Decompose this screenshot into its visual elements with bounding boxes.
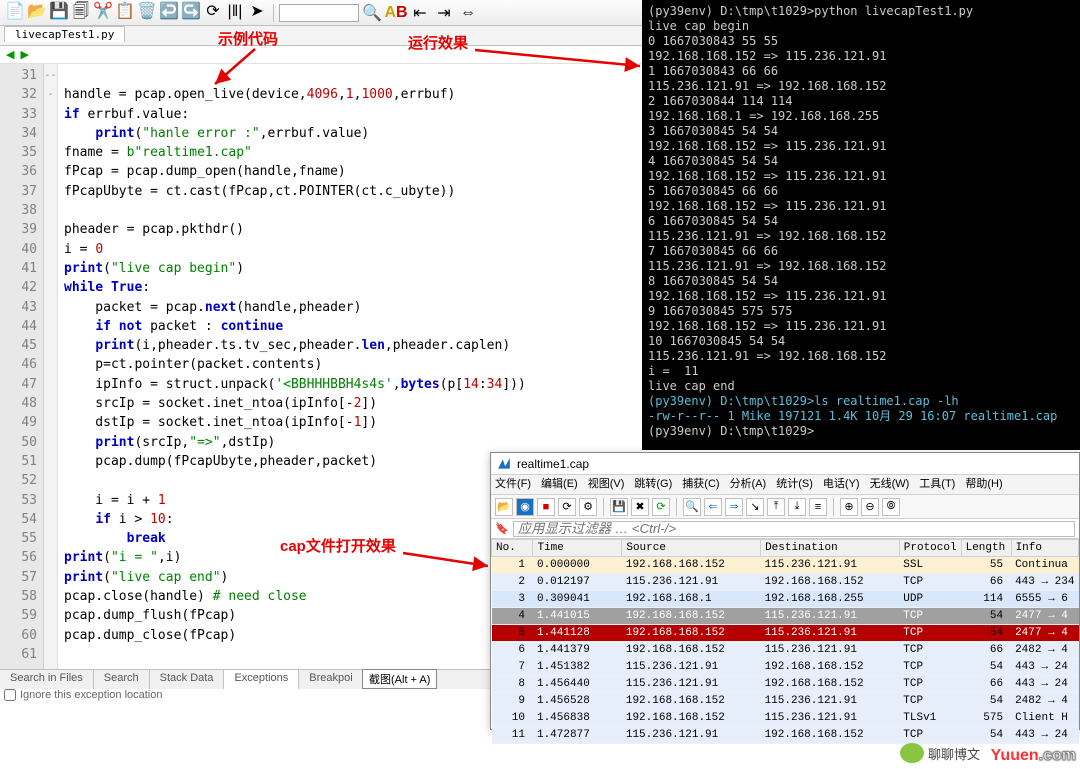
ws-save-icon[interactable]: 💾: [610, 498, 628, 516]
wechat-badge: 聊聊博文: [900, 743, 980, 763]
ws-open-icon[interactable]: 📂: [495, 498, 513, 516]
ws-menu-item[interactable]: 统计(S): [776, 478, 813, 490]
toolbar-separator: [273, 4, 274, 22]
ignore-exception-checkbox[interactable]: [4, 689, 16, 701]
packet-row[interactable]: 41.441015192.168.168.152115.236.121.91TC…: [492, 608, 1079, 625]
indent-left-icon[interactable]: ⇤: [409, 2, 431, 24]
watermark: Yuuen.com: [991, 747, 1076, 765]
wechat-icon: [900, 743, 924, 763]
ws-zoomout-icon[interactable]: ⊖: [861, 498, 879, 516]
nav-fwd-icon[interactable]: ▶: [20, 48, 28, 61]
toolbar-icon-8[interactable]: ↪️: [180, 0, 202, 22]
ws-col-protocol[interactable]: Protocol: [899, 540, 961, 557]
ws-menu-item[interactable]: 捕获(C): [682, 478, 719, 490]
wireshark-toolbar: 📂 ◉ ■ ⟳ ⚙ 💾 ✖ ⟳ 🔍 ⇐ ⇒ ↘ ⤒ ⤓ ≡ ⊕ ⊖ ⦾: [491, 495, 1079, 519]
ws-menu-item[interactable]: 编辑(E): [541, 478, 578, 490]
wireshark-menubar: 文件(F) 编辑(E) 视图(V) 跳转(G) 捕获(C) 分析(A) 统计(S) 电话(Y)…: [491, 475, 1079, 495]
ignore-exception-row: Ignore this exception location: [4, 689, 162, 701]
ws-zoomfit-icon[interactable]: ⊕: [840, 498, 858, 516]
filter-bookmark-icon[interactable]: 🔖: [495, 522, 509, 535]
stretch-icon[interactable]: ⇔: [457, 2, 479, 24]
packet-row[interactable]: 20.012197115.236.121.91192.168.168.152TC…: [492, 574, 1079, 591]
ws-zoom1-icon[interactable]: ⦾: [882, 498, 900, 516]
search-icon[interactable]: 🔍: [361, 2, 383, 24]
ws-first-icon[interactable]: ⤒: [767, 498, 785, 516]
ws-stop-icon[interactable]: ■: [537, 498, 555, 516]
toolbar-icon-3[interactable]: 🗐: [70, 3, 92, 25]
ws-col-time[interactable]: Time: [533, 540, 622, 557]
ws-restart-icon[interactable]: ⟳: [558, 498, 576, 516]
line-number-gutter: 31 32 33 34 35 36 37 38 39 40 41 42 43 4…: [0, 64, 44, 669]
toolbar-icon-2[interactable]: 💾: [48, 0, 70, 22]
packet-row[interactable]: 111.472877115.236.121.91192.168.168.152T…: [492, 727, 1079, 744]
ws-record-icon[interactable]: ◉: [516, 498, 534, 516]
console-output[interactable]: (py39env) D:\tmp\t1029>python livecapTes…: [642, 0, 1080, 450]
ws-menu-item[interactable]: 分析(A): [730, 478, 767, 490]
ws-find-icon[interactable]: 🔍: [683, 498, 701, 516]
ws-col-length[interactable]: Length: [961, 540, 1011, 557]
wireshark-filter-input[interactable]: [513, 521, 1075, 537]
packet-row[interactable]: 51.441128192.168.168.152115.236.121.91TC…: [492, 625, 1079, 642]
toolbar-icon-0[interactable]: 📄: [4, 0, 26, 22]
ws-col-no[interactable]: No.: [492, 540, 533, 557]
indent-right-icon[interactable]: ⇥: [433, 2, 455, 24]
highlight-icon[interactable]: AB: [385, 2, 407, 24]
ws-prev-icon[interactable]: ⇐: [704, 498, 722, 516]
packet-row[interactable]: 10.000000192.168.168.152115.236.121.91SS…: [492, 557, 1079, 574]
toolbar-icon-10[interactable]: |‖|: [224, 1, 246, 23]
wireshark-title: realtime1.cap: [517, 457, 589, 471]
ws-menu-item[interactable]: 文件(F): [495, 478, 531, 490]
wireshark-window: realtime1.cap 文件(F) 编辑(E) 视图(V) 跳转(G) 捕获(C) 分…: [490, 452, 1080, 730]
ws-last-icon[interactable]: ⤓: [788, 498, 806, 516]
ws-menu-item[interactable]: 工具(T): [919, 478, 955, 490]
toolbar-icon-7[interactable]: ↩️: [158, 0, 180, 22]
packet-row[interactable]: 71.451382115.236.121.91192.168.168.152TC…: [492, 659, 1079, 676]
toolbar-search-input[interactable]: [279, 4, 359, 22]
packet-row[interactable]: 81.456440115.236.121.91192.168.168.152TC…: [492, 676, 1079, 693]
file-tab[interactable]: livecapTest1.py: [4, 26, 125, 42]
toolbar-icon-11[interactable]: ➤: [246, 0, 268, 22]
fold-column[interactable]: - - -: [44, 64, 58, 669]
ws-settings-icon[interactable]: ⚙: [579, 498, 597, 516]
bottom-tab-stack-data[interactable]: Stack Data: [150, 670, 225, 689]
ws-col-info[interactable]: Info: [1011, 540, 1078, 557]
packet-row[interactable]: 91.456528192.168.168.152115.236.121.91TC…: [492, 693, 1079, 710]
ws-col-source[interactable]: Source: [622, 540, 761, 557]
wireshark-titlebar[interactable]: realtime1.cap: [491, 453, 1079, 475]
ws-menu-item[interactable]: 视图(V): [588, 478, 625, 490]
ws-expand-icon[interactable]: ≡: [809, 498, 827, 516]
wireshark-icon: [497, 457, 511, 471]
bottom-tab-breakpoi[interactable]: Breakpoi: [299, 670, 363, 689]
toolbar-icon-5[interactable]: 📋: [114, 0, 136, 22]
packet-row[interactable]: 101.456838192.168.168.152115.236.121.91T…: [492, 710, 1079, 727]
toolbar-icon-4[interactable]: ✂️: [92, 0, 114, 22]
ws-reload-icon[interactable]: ⟳: [652, 498, 670, 516]
ws-menu-item[interactable]: 帮助(H): [965, 478, 1002, 490]
wireshark-filter-row: 🔖: [491, 519, 1079, 539]
packet-row[interactable]: 30.309041192.168.168.1192.168.168.255UDP…: [492, 591, 1079, 608]
toolbar-icon-1[interactable]: 📂: [26, 0, 48, 22]
ws-next-icon[interactable]: ⇒: [725, 498, 743, 516]
shortcut-hint: 截图(Alt + A): [362, 669, 437, 689]
bottom-tab-search[interactable]: Search: [94, 670, 150, 689]
bottom-tab-search-in-files[interactable]: Search in Files: [0, 670, 94, 689]
nav-back-icon[interactable]: ◀: [6, 48, 14, 61]
wechat-label: 聊聊博文: [928, 744, 980, 763]
ws-close-icon[interactable]: ✖: [631, 498, 649, 516]
packet-table[interactable]: No.TimeSourceDestinationProtocolLengthIn…: [491, 539, 1079, 744]
packet-row[interactable]: 61.441379192.168.168.152115.236.121.91TC…: [492, 642, 1079, 659]
bottom-tab-exceptions[interactable]: Exceptions: [224, 670, 299, 689]
ws-menu-item[interactable]: 跳转(G): [634, 478, 672, 490]
ws-menu-item[interactable]: 电话(Y): [823, 478, 860, 490]
ws-menu-item[interactable]: 无线(W): [870, 478, 910, 490]
toolbar-icon-6[interactable]: 🗑️: [136, 0, 158, 22]
ignore-exception-label: Ignore this exception location: [20, 689, 162, 701]
ws-col-destination[interactable]: Destination: [761, 540, 900, 557]
ws-goto-icon[interactable]: ↘: [746, 498, 764, 516]
toolbar-icon-9[interactable]: ⟳: [202, 0, 224, 22]
